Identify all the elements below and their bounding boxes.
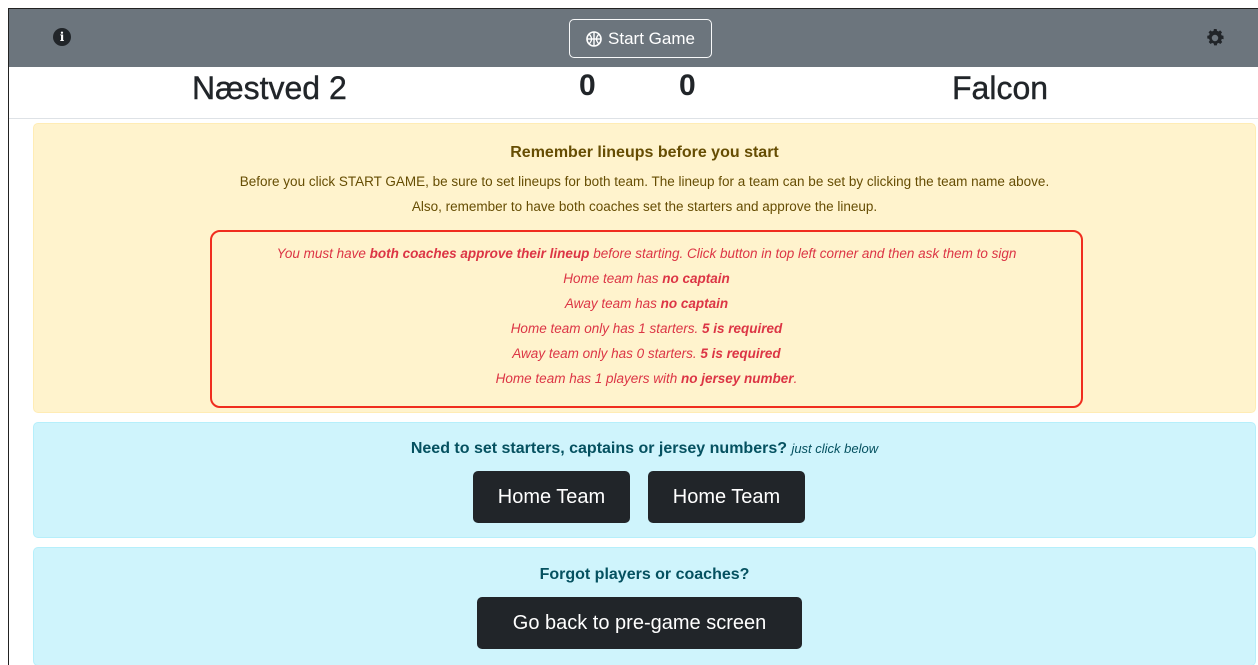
top-navbar: i Start Game [9, 9, 1258, 67]
home-team-lineup-button[interactable]: Home Team [473, 471, 630, 523]
start-game-label: Start Game [608, 28, 695, 48]
starters-info-title: Need to set starters, captains or jersey… [410, 440, 879, 457]
away-score: 0 [679, 69, 696, 102]
away-team-name[interactable]: Falcon [952, 70, 1048, 107]
app-frame: i Start Game Næstved 2 0 0 Falcon Rememb… [8, 8, 1258, 665]
basketball-icon [586, 30, 602, 47]
back-to-pregame-button[interactable]: Go back to pre-game screen [477, 597, 802, 649]
gear-icon[interactable] [1204, 27, 1226, 49]
starters-info-alert: Need to set starters, captains or jersey… [33, 422, 1256, 538]
away-team-lineup-button[interactable]: Home Team [648, 471, 805, 523]
lineup-warning-text-2: Also, remember to have both coaches set … [411, 199, 878, 214]
lineup-warning-title: Remember lineups before you start [510, 144, 779, 161]
error-home-captain: Home team has no captain [563, 271, 730, 286]
error-away-captain: Away team has no captain [564, 296, 729, 311]
scoreboard: Næstved 2 0 0 Falcon [9, 67, 1258, 119]
home-score: 0 [579, 69, 596, 102]
validation-errors-box: You must have both coaches approve their… [210, 230, 1083, 408]
starters-info-hint: just click below [791, 441, 879, 456]
start-game-button[interactable]: Start Game [569, 19, 712, 58]
error-approve-lineup: You must have both coaches approve their… [276, 246, 1017, 261]
pregame-info-title: Forgot players or coaches? [539, 566, 750, 583]
home-team-name[interactable]: Næstved 2 [192, 70, 347, 107]
lineup-warning-text: Before you click START GAME, be sure to … [239, 174, 1050, 189]
error-away-starters: Away team only has 0 starters. 5 is requ… [512, 346, 781, 361]
pregame-info-alert: Forgot players or coaches? Go back to pr… [33, 547, 1256, 665]
info-circle-icon[interactable]: i [53, 28, 71, 46]
error-home-starters: Home team only has 1 starters. 5 is requ… [510, 321, 783, 336]
lineup-warning-alert: Remember lineups before you start Before… [33, 123, 1256, 413]
error-jersey-number: Home team has 1 players with no jersey n… [495, 371, 798, 386]
